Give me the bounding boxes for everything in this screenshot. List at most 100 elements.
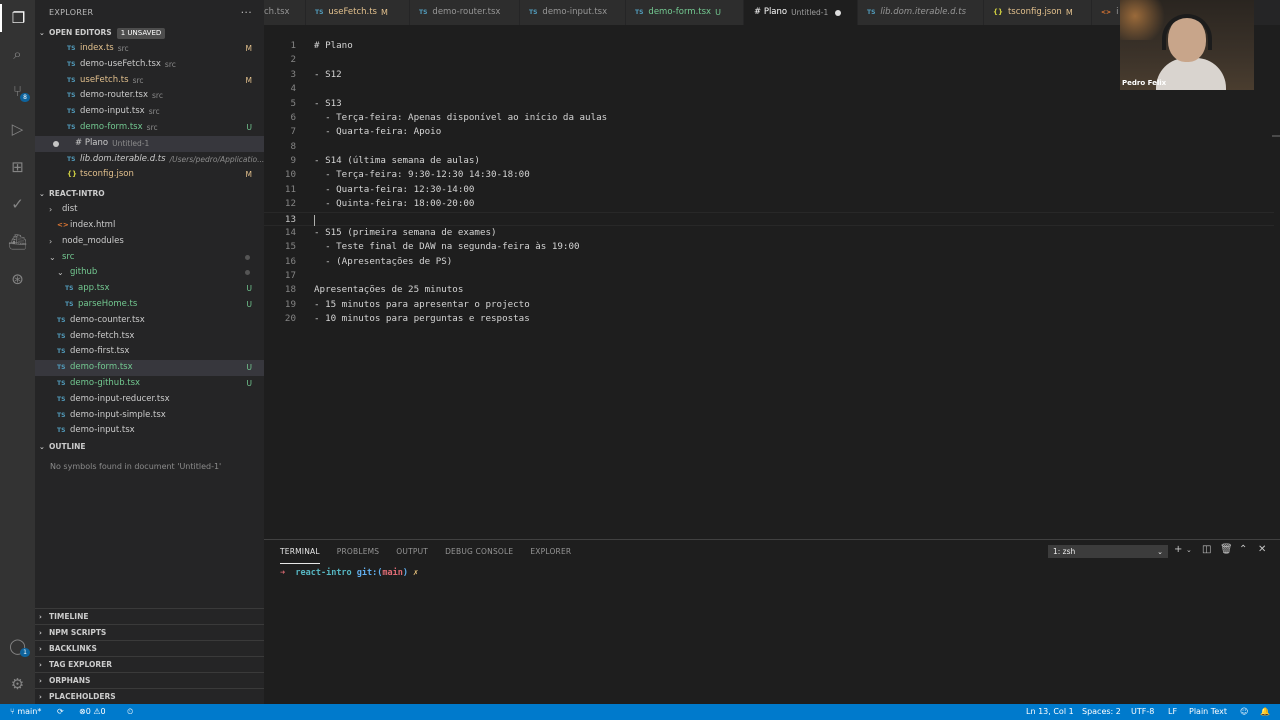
tree-item[interactable]: TS demo-first.tsx: [35, 344, 264, 360]
panel-tab-terminal[interactable]: TERMINAL: [280, 540, 320, 564]
feedback-icon[interactable]: ☺: [1240, 704, 1248, 720]
open-editor-item[interactable]: TS index.ts src M: [35, 41, 264, 57]
indentation-status[interactable]: Spaces: 2: [1082, 704, 1121, 720]
panel-tab-output[interactable]: OUTPUT: [396, 540, 428, 564]
tree-item[interactable]: <> index.html: [35, 218, 264, 234]
editor-tab[interactable]: TS useFetch.ts M: [306, 0, 410, 25]
source-control-icon[interactable]: ⑂ 8: [0, 77, 35, 105]
typescript-file-icon: TS: [57, 395, 66, 403]
project-header[interactable]: ⌄ REACT-INTRO: [35, 186, 264, 202]
modified-dot-icon: [245, 254, 250, 260]
search-icon[interactable]: ⌕: [0, 40, 35, 68]
tree-item[interactable]: TS app.tsx U: [35, 281, 264, 297]
branch-name: main*: [17, 707, 42, 716]
panel-tab-debug-console[interactable]: DEBUG CONSOLE: [445, 540, 513, 564]
tree-item[interactable]: TS demo-input-simple.tsx: [35, 408, 264, 424]
extensions-icon[interactable]: ⊞: [0, 153, 35, 181]
open-editor-item[interactable]: TS demo-input.tsx src: [35, 104, 264, 120]
unsaved-dot-icon[interactable]: [835, 9, 842, 16]
editor-tab[interactable]: {} tsconfig.json M: [984, 0, 1092, 25]
open-editor-item[interactable]: TS demo-router.tsx src: [35, 88, 264, 104]
tree-item[interactable]: TS parseHome.ts U: [35, 297, 264, 313]
open-editor-item[interactable]: # Plano Untitled-1: [35, 135, 264, 152]
tree-item[interactable]: TS demo-input-reducer.tsx: [35, 392, 264, 408]
editor-tab[interactable]: TS demo-input.tsx: [520, 0, 626, 25]
section-label: TIMELINE: [49, 611, 89, 621]
line-number: 2: [290, 54, 296, 66]
collapsed-section-header[interactable]: › TIMELINE: [35, 608, 264, 624]
typescript-file-icon: TS: [315, 9, 324, 16]
more-actions-icon[interactable]: ···: [241, 0, 252, 25]
cursor-position[interactable]: Ln 13, Col 1: [1026, 704, 1074, 720]
open-editor-item[interactable]: TS demo-useFetch.tsx src: [35, 57, 264, 73]
tree-item[interactable]: TS demo-fetch.tsx: [35, 329, 264, 345]
tree-item[interactable]: TS demo-input.tsx: [35, 423, 264, 439]
open-editors-header[interactable]: ⌄ OPEN EDITORS 1 UNSAVED: [35, 25, 264, 41]
tree-item[interactable]: TS demo-form.tsx U: [35, 360, 264, 376]
tree-item[interactable]: › node_modules: [35, 234, 264, 250]
editor-tab[interactable]: ch.tsx: [264, 0, 306, 25]
trash-icon[interactable]: 🗑: [1220, 544, 1233, 555]
collapsed-section-header[interactable]: › BACKLINKS: [35, 640, 264, 656]
chevron-right-icon: ›: [39, 612, 42, 621]
tree-item[interactable]: ⌄ github: [35, 265, 264, 281]
git-status-badge: U: [715, 8, 721, 17]
open-editor-item[interactable]: TS lib.dom.iterable.d.ts/Users/pedro/Appl…: [35, 152, 264, 168]
testing-check-icon[interactable]: ✓: [0, 190, 35, 218]
settings-gear-icon[interactable]: ⚙: [0, 670, 35, 698]
explorer-files-icon[interactable]: ❐: [0, 4, 35, 32]
tree-item[interactable]: TS demo-github.tsx U: [35, 376, 264, 392]
panel-tab-explorer[interactable]: EXPLORER: [530, 540, 571, 564]
chevron-down-icon: ⌄: [57, 268, 64, 278]
tree-item[interactable]: TS demo-counter.tsx: [35, 313, 264, 329]
notifications-bell-icon[interactable]: 🔔: [1260, 704, 1270, 720]
collapsed-section-header[interactable]: › NPM SCRIPTS: [35, 624, 264, 640]
history-icon[interactable]: ⏲: [127, 704, 133, 720]
maximize-panel-chevron-up-icon[interactable]: ⌃: [1239, 544, 1247, 555]
new-terminal-plus-icon[interactable]: +: [1174, 544, 1182, 555]
git-status-badge: M: [1065, 8, 1073, 17]
run-debug-icon[interactable]: ▷: [0, 115, 35, 143]
editor-tab[interactable]: TS lib.dom.iterable.d.ts: [858, 0, 984, 25]
typescript-file-icon: TS: [57, 427, 66, 435]
collapsed-section-header[interactable]: › TAG EXPLORER: [35, 656, 264, 672]
chevron-down-icon[interactable]: ⌄: [1186, 546, 1192, 554]
branch-status[interactable]: ⑂ main*: [10, 704, 41, 720]
open-editor-item[interactable]: {} tsconfig.json M: [35, 167, 264, 183]
line-text: Apresentações de 25 minutos: [314, 284, 464, 296]
accounts-badge: 1: [20, 648, 30, 657]
terminal-select-value: 1: zsh: [1053, 547, 1076, 556]
encoding-status[interactable]: UTF-8: [1131, 704, 1154, 720]
editor-tab[interactable]: TS demo-form.tsx U: [626, 0, 744, 25]
problems-status[interactable]: ⊗0 ⚠0: [79, 704, 106, 720]
eol-status[interactable]: LF: [1168, 704, 1177, 720]
typescript-file-icon: TS: [65, 300, 74, 308]
open-editor-item[interactable]: TS useFetch.ts src M: [35, 73, 264, 89]
activity-bar: ❐ ⌕ ⑂ 8 ▷ ⊞ ✓ ⛴ ⊛ ◯ 1 ⚙: [0, 0, 35, 704]
terminal-prompt[interactable]: ➜ react-intro git:(main) ✗: [280, 568, 418, 578]
docker-icon[interactable]: ⛴: [0, 228, 35, 256]
text-editor[interactable]: 1 # Plano 2 3 - S12 4 5 - S13 6 - Terça-feira: A…: [264, 25, 1280, 539]
outline-header[interactable]: ⌄ OUTLINE: [35, 439, 264, 455]
language-mode[interactable]: Plain Text: [1189, 704, 1227, 720]
html-file-icon: <>: [57, 220, 69, 229]
split-terminal-icon[interactable]: ◫: [1202, 544, 1211, 555]
git-graph-icon[interactable]: ⊛: [0, 265, 35, 293]
tree-item[interactable]: ⌄ src: [35, 250, 264, 266]
tree-item-name: github: [70, 267, 98, 278]
terminal-select[interactable]: 1: zsh ⌄: [1048, 545, 1168, 558]
panel-tab-problems[interactable]: PROBLEMS: [337, 540, 380, 564]
close-panel-icon[interactable]: ✕: [1258, 544, 1266, 555]
chevron-right-icon: ›: [49, 205, 53, 215]
editor-tab[interactable]: TS demo-router.tsx: [410, 0, 520, 25]
open-editor-item[interactable]: TS demo-form.tsx src U: [35, 120, 264, 136]
tree-item[interactable]: › dist: [35, 202, 264, 218]
accounts-icon[interactable]: ◯ 1: [0, 632, 35, 660]
collapsed-section-header[interactable]: › ORPHANS: [35, 672, 264, 688]
unsaved-dot-icon[interactable]: [53, 140, 59, 147]
sync-icon[interactable]: ⟳: [57, 704, 64, 720]
tree-item-name: demo-fetch.tsx: [70, 330, 135, 341]
collapsed-section-header[interactable]: › PLACEHOLDERS: [35, 688, 264, 704]
editor-tab[interactable]: <> i: [1092, 0, 1122, 25]
editor-tab[interactable]: # Plano Untitled-1: [744, 0, 858, 25]
